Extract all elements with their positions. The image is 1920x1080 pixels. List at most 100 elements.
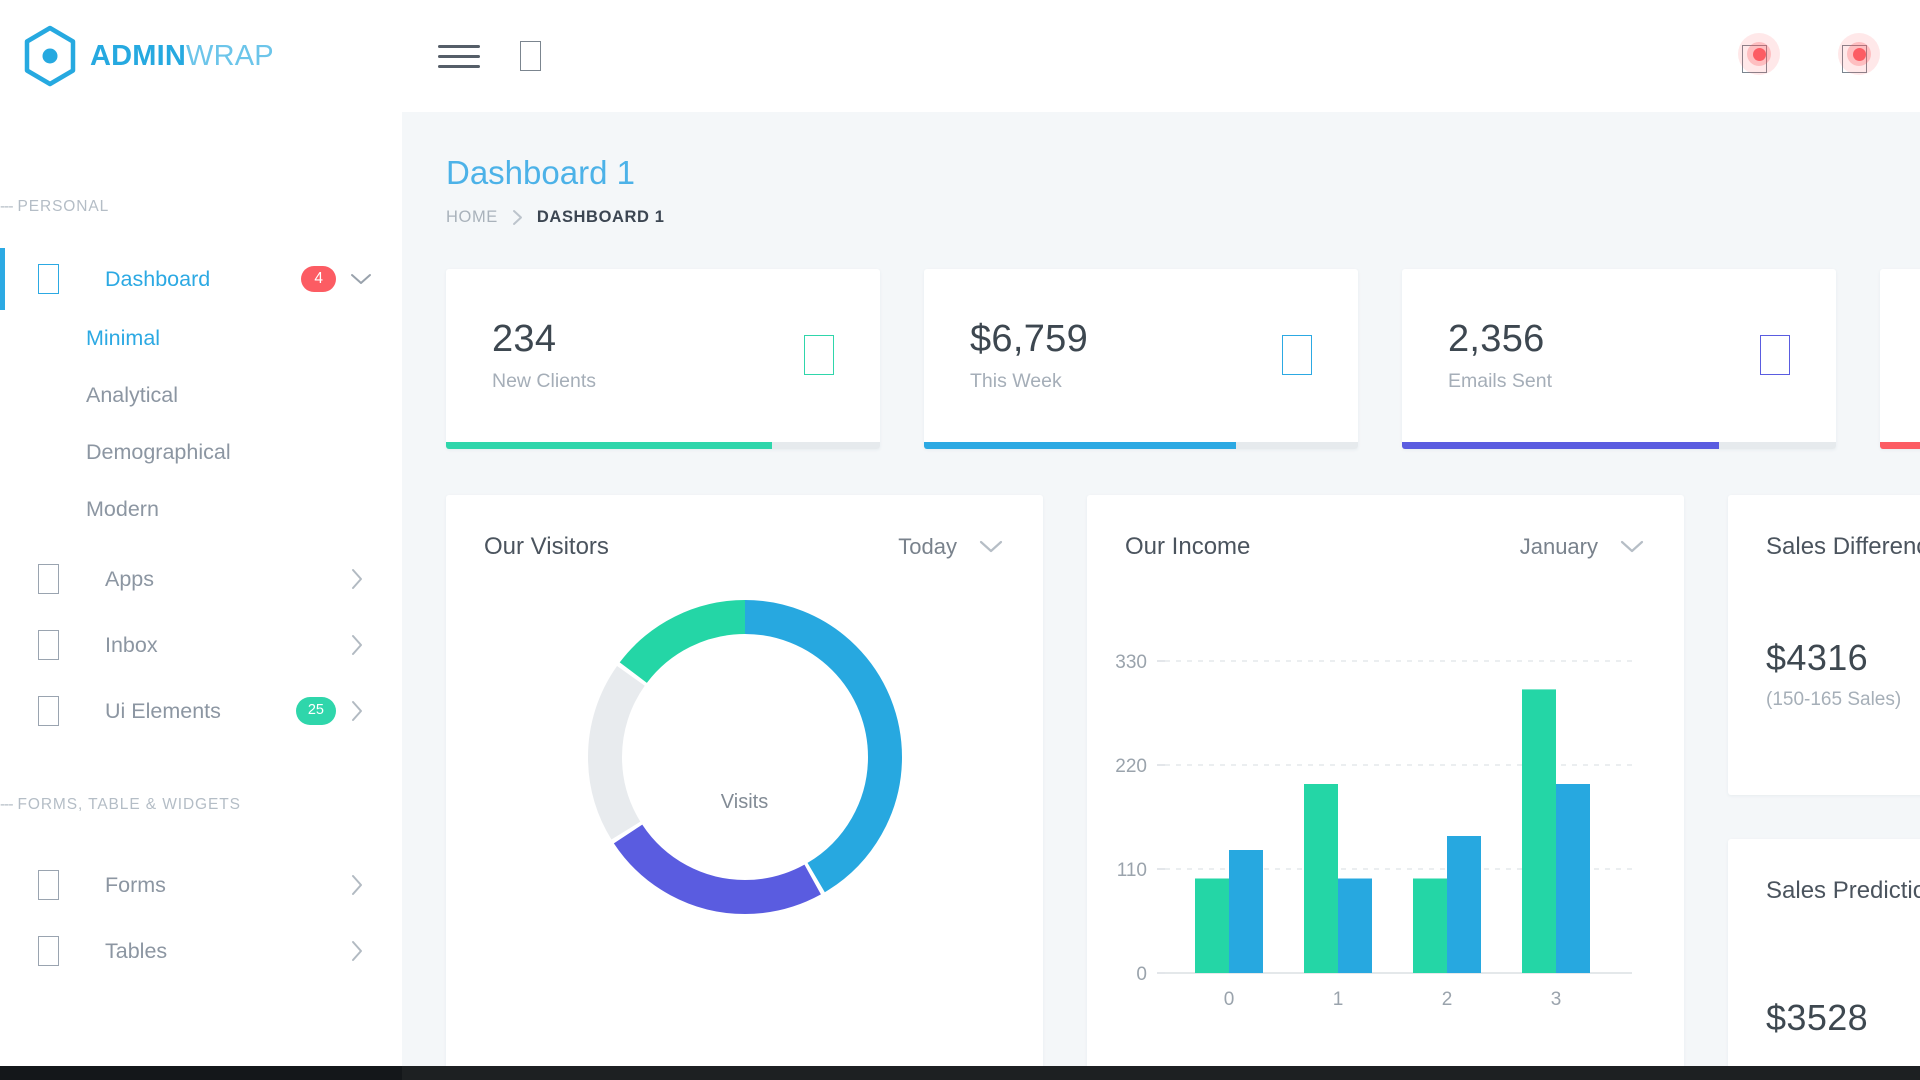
- brand-name: ADMINWRAP: [90, 40, 274, 73]
- sales-prediction-card: Sales Prediction $3528: [1728, 839, 1920, 1080]
- taskbar: [0, 1066, 1920, 1080]
- topbar: [402, 0, 1920, 112]
- tofu-icon: [804, 335, 834, 375]
- visitors-period-selector[interactable]: Today: [898, 534, 1003, 560]
- tofu-icon: [38, 936, 59, 966]
- sidebar-section-forms: --- FORMS, TABLE & WIDGETS: [0, 796, 402, 814]
- sidebar-subitem-label: Modern: [86, 497, 159, 521]
- sidebar-subitem-label: Minimal: [86, 326, 161, 350]
- visitors-donut-chart: Visits: [446, 587, 1043, 927]
- notifications-icon[interactable]: [1738, 33, 1780, 75]
- stat-progress: [1402, 442, 1836, 449]
- bar-chart-svg: 330 220 110 0 0 1 2 3: [1115, 652, 1632, 1010]
- breadcrumb-current: DASHBOARD 1: [536, 208, 665, 226]
- tofu-icon: [38, 870, 59, 900]
- stat-card-partial[interactable]: [1880, 269, 1920, 449]
- notification-dot: [1838, 33, 1880, 75]
- sidebar-subitem-label: Analytical: [86, 383, 179, 407]
- card-title: Sales Difference: [1766, 533, 1920, 560]
- sidebar-item-dashboard[interactable]: Dashboard 4: [0, 248, 402, 310]
- page-title: Dashboard 1: [446, 154, 635, 191]
- search-icon[interactable]: [520, 41, 541, 71]
- stat-label: New Clients: [492, 369, 597, 392]
- sidebar-item-label: Tables: [105, 938, 168, 963]
- hamburger-menu-icon[interactable]: [438, 38, 480, 75]
- breadcrumb-home[interactable]: HOME: [446, 208, 498, 227]
- dashboard-app: ADMINWRAP --- PERSONAL Dashboard 4 Minima…: [0, 0, 1920, 1080]
- card-title: Our Income: [1125, 533, 1251, 560]
- donut-svg: [587, 600, 902, 914]
- sidebar-item-tables[interactable]: Tables: [0, 920, 402, 982]
- sidebar-subitem-analytical[interactable]: Analytical: [0, 367, 402, 424]
- stat-value: 2,356: [1448, 317, 1545, 360]
- sales-difference-sub: (150-165 Sales): [1766, 689, 1902, 710]
- brand-name-light: WRAP: [186, 39, 274, 72]
- svg-text:0: 0: [1224, 989, 1235, 1010]
- card-title: Our Visitors: [484, 533, 609, 560]
- sales-prediction-value: $3528: [1766, 997, 1869, 1038]
- sidebar-item-forms[interactable]: Forms: [0, 854, 402, 916]
- income-bar-chart: 330 220 110 0 0 1 2 3: [1087, 603, 1684, 1028]
- stat-card-new-clients[interactable]: 234 New Clients: [446, 269, 880, 449]
- svg-text:330: 330: [1115, 652, 1147, 673]
- svg-text:3: 3: [1551, 989, 1562, 1010]
- stat-cards: 234 New Clients $6,759 This Week 2,356 E…: [446, 269, 1920, 449]
- sidebar-section-personal: --- PERSONAL: [0, 198, 402, 216]
- sidebar-item-inbox[interactable]: Inbox: [0, 614, 402, 676]
- section-label: FORMS, TABLE & WIDGETS: [17, 796, 241, 813]
- sidebar-item-label: Dashboard: [105, 266, 211, 291]
- chevron-right-icon[interactable]: [350, 568, 372, 590]
- widget-row: Our Visitors Today Visits Our Income Jan…: [446, 495, 1920, 1080]
- stat-label: Emails Sent: [1448, 369, 1553, 392]
- tofu-icon: [38, 696, 59, 726]
- stat-card-this-week[interactable]: $6,759 This Week: [924, 269, 1358, 449]
- section-dashes: ---: [0, 796, 13, 813]
- chevron-right-icon[interactable]: [350, 874, 372, 896]
- breadcrumb: HOME DASHBOARD 1: [446, 208, 1920, 227]
- section-dashes: ---: [0, 198, 13, 215]
- income-card-header: Our Income January: [1087, 495, 1684, 561]
- sidebar-item-label: Forms: [105, 872, 166, 897]
- svg-text:220: 220: [1115, 756, 1147, 777]
- sidebar-item-label: Apps: [105, 566, 155, 591]
- tofu-icon: [38, 630, 59, 660]
- svg-text:0: 0: [1136, 964, 1147, 985]
- chevron-right-icon[interactable]: [350, 700, 372, 722]
- chevron-down-icon: [979, 534, 1003, 560]
- section-label: PERSONAL: [17, 198, 110, 215]
- sidebar-subitem-demographical[interactable]: Demographical: [0, 424, 402, 481]
- sidebar-subitem-minimal[interactable]: Minimal: [0, 310, 402, 367]
- notification-dot: [1738, 33, 1780, 75]
- visitors-card: Our Visitors Today Visits: [446, 495, 1043, 1080]
- sidebar-item-label: Inbox: [105, 632, 158, 657]
- messages-icon[interactable]: [1838, 33, 1880, 75]
- sidebar: ADMINWRAP --- PERSONAL Dashboard 4 Minima…: [0, 0, 402, 1080]
- chevron-down-icon: [1620, 534, 1644, 560]
- card-title: Sales Prediction: [1766, 877, 1920, 904]
- chevron-right-icon[interactable]: [350, 634, 372, 656]
- selected-period: Today: [898, 534, 957, 559]
- sidebar-badge-ui-elements: 25: [295, 697, 336, 725]
- tofu-icon: [1760, 335, 1790, 375]
- income-card: Our Income January 330 220 110 0 0 1 2 3: [1087, 495, 1684, 1080]
- tofu-icon: [1282, 335, 1312, 375]
- svg-text:110: 110: [1117, 860, 1147, 881]
- sales-difference-card: Sales Difference $4316 (150-165 Sales): [1728, 495, 1920, 795]
- page-content: Dashboard 1 HOME DASHBOARD 1 234 New Cli…: [402, 112, 1920, 1080]
- sales-difference-value: $4316: [1766, 637, 1869, 678]
- donut-center-label: Visits: [720, 791, 769, 813]
- chevron-down-icon[interactable]: [350, 272, 372, 286]
- stat-progress: [446, 442, 880, 449]
- sidebar-item-ui-elements[interactable]: Ui Elements 25: [0, 680, 402, 742]
- svg-text:1: 1: [1333, 989, 1344, 1010]
- sidebar-subitem-modern[interactable]: Modern: [0, 481, 402, 538]
- brand-logo[interactable]: ADMINWRAP: [0, 0, 402, 112]
- visitors-card-header: Our Visitors Today: [446, 495, 1043, 561]
- hexagon-dot-logo-icon: [24, 25, 76, 87]
- chevron-right-icon[interactable]: [350, 940, 372, 962]
- income-period-selector[interactable]: January: [1520, 534, 1644, 560]
- stat-card-emails-sent[interactable]: 2,356 Emails Sent: [1402, 269, 1836, 449]
- sidebar-item-apps[interactable]: Apps: [0, 548, 402, 610]
- tofu-icon: [38, 564, 59, 594]
- brand-name-bold: ADMIN: [90, 39, 187, 72]
